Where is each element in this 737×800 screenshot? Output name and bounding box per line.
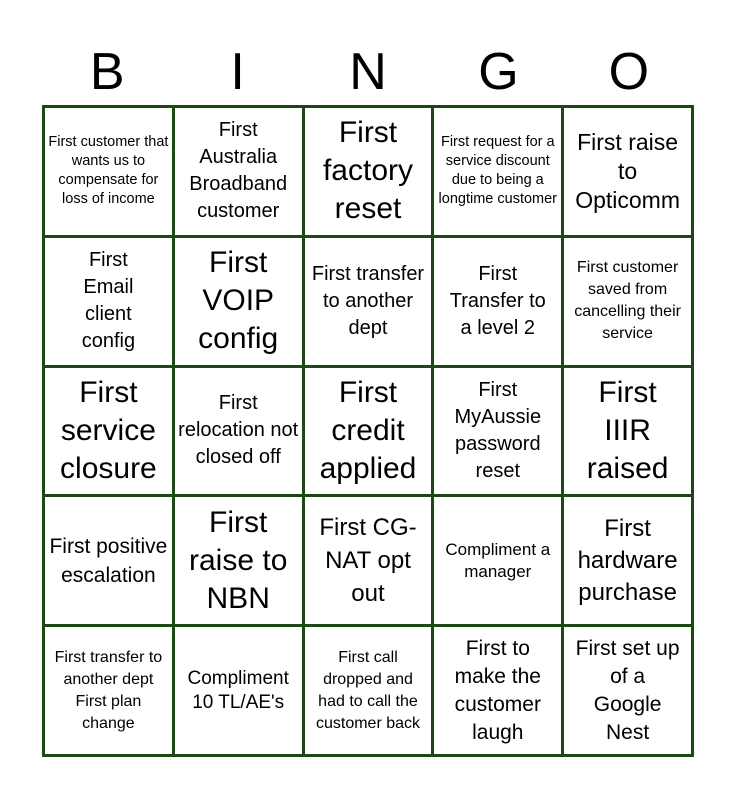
bingo-cell[interactable]: Compliment 10 TL/AE's: [174, 627, 302, 754]
header-letter-g: G: [478, 43, 519, 101]
cell-text: First VOIP config: [198, 246, 279, 356]
bingo-cell[interactable]: First to make the customer laugh: [434, 627, 562, 754]
cell-text: First Email client config: [81, 249, 136, 353]
cell-text: First hardware purchase: [577, 514, 678, 606]
cell-text: First call dropped and had to call the c…: [315, 648, 421, 732]
cell-text: First transfer to another dept: [311, 262, 425, 339]
bingo-grid: First customer that wants us to compensa…: [42, 105, 694, 757]
bingo-cell[interactable]: First service closure: [45, 367, 172, 495]
bingo-header: B I N G O: [42, 42, 694, 102]
header-letter-o: O: [608, 43, 650, 101]
bingo-cell[interactable]: First VOIP config: [174, 237, 302, 365]
bingo-cell[interactable]: First raise to NBN: [174, 497, 302, 625]
cell-text: First set up of a Google Nest: [575, 636, 680, 744]
cell-text: First customer that wants us to compensa…: [48, 134, 169, 208]
cell-text: First Australia Broadband customer: [189, 119, 288, 223]
cell-text: First raise to NBN: [189, 505, 288, 615]
bingo-cell[interactable]: First factory reset: [304, 108, 432, 235]
cell-text: First credit applied: [319, 375, 417, 485]
cell-text: First raise to Opticomm: [575, 128, 680, 213]
header-letter-i: I: [230, 43, 245, 101]
cell-text: First transfer to another dept First pla…: [54, 648, 163, 732]
bingo-cell[interactable]: First credit applied: [304, 367, 432, 495]
bingo-cell[interactable]: First customer saved from cancelling the…: [564, 237, 691, 365]
bingo-cell[interactable]: First customer that wants us to compensa…: [45, 108, 172, 235]
cell-text: First positive escalation: [49, 534, 168, 587]
bingo-cell[interactable]: First call dropped and had to call the c…: [304, 627, 432, 754]
bingo-cell[interactable]: First MyAussie password reset: [434, 367, 562, 495]
cell-text: First request for a service discount due…: [438, 134, 558, 208]
bingo-cell[interactable]: First Australia Broadband customer: [174, 108, 302, 235]
bingo-cell[interactable]: First Transfer to a level 2: [434, 237, 562, 365]
bingo-cell[interactable]: First hardware purchase: [564, 497, 691, 625]
bingo-cell[interactable]: First IIIR raised: [564, 367, 691, 495]
header-letter-n: N: [349, 43, 387, 101]
cell-text: Compliment 10 TL/AE's: [187, 667, 289, 713]
bingo-cell[interactable]: First request for a service discount due…: [434, 108, 562, 235]
cell-text: First factory reset: [322, 116, 413, 226]
bingo-cell[interactable]: First CG-NAT opt out: [304, 497, 432, 625]
bingo-cell[interactable]: First transfer to another dept: [304, 237, 432, 365]
bingo-cell[interactable]: First transfer to another dept First pla…: [45, 627, 172, 754]
cell-text: First MyAussie password reset: [454, 378, 542, 482]
bingo-cell[interactable]: First Email client config: [45, 237, 172, 365]
bingo-cell[interactable]: First relocation not closed off: [174, 367, 302, 495]
bingo-cell[interactable]: First positive escalation: [45, 497, 172, 625]
cell-text: First relocation not closed off: [178, 392, 299, 469]
bingo-cell[interactable]: First raise to Opticomm: [564, 108, 691, 235]
cell-text: Compliment a manager: [445, 539, 551, 581]
header-letter-b: B: [89, 43, 125, 101]
cell-text: First Transfer to a level 2: [449, 262, 546, 339]
cell-text: First IIIR raised: [586, 375, 669, 485]
cell-text: First customer saved from cancelling the…: [574, 259, 681, 343]
cell-text: First service closure: [60, 375, 157, 485]
cell-text: First to make the customer laugh: [454, 636, 541, 744]
cell-text: First CG-NAT opt out: [319, 514, 417, 608]
bingo-cell[interactable]: Compliment a manager: [434, 497, 562, 625]
bingo-cell[interactable]: First set up of a Google Nest: [564, 627, 691, 754]
